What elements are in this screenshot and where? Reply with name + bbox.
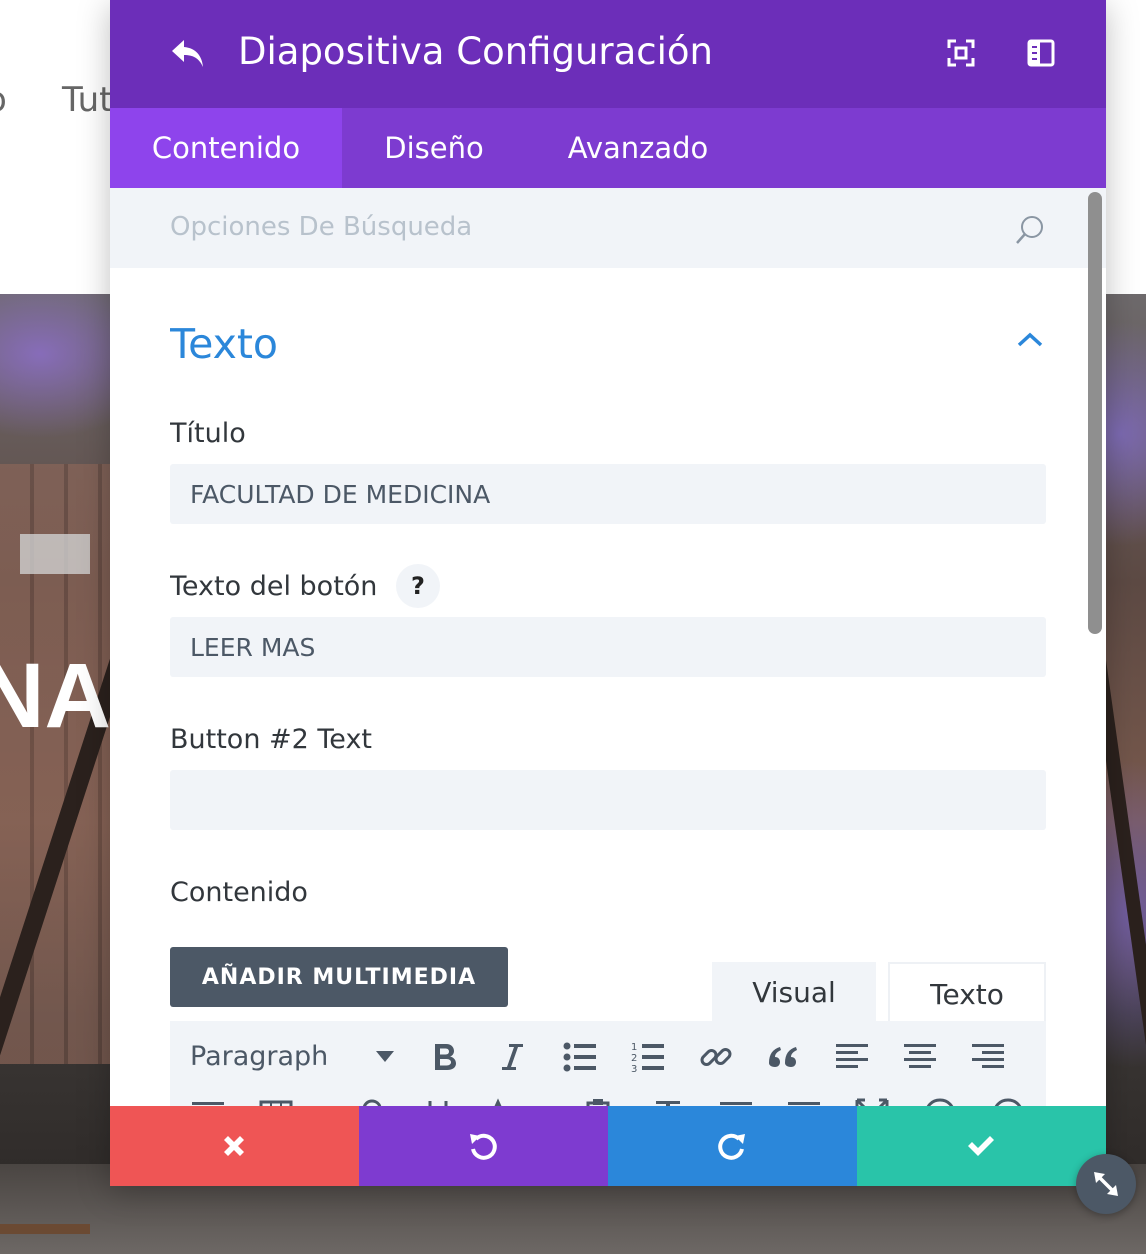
emoji-icon[interactable] (990, 1097, 1026, 1106)
background-hero-text: NA (0, 645, 111, 747)
italic-icon[interactable] (494, 1039, 530, 1075)
button-text-label: Texto del botón (170, 571, 378, 602)
resize-arrows-icon (1094, 1172, 1118, 1196)
settings-content: Texto Título Texto del botón ? Button #2… (170, 268, 1046, 1106)
bullet-list-icon[interactable] (562, 1039, 598, 1075)
redo-button[interactable] (608, 1106, 857, 1186)
indent-icon[interactable] (786, 1097, 822, 1106)
fullscreen-icon[interactable] (854, 1097, 890, 1106)
search-options-bar[interactable]: Opciones De Búsqueda (110, 188, 1106, 268)
justify-icon[interactable] (190, 1097, 226, 1106)
button-text-field[interactable] (170, 617, 1046, 677)
chevron-up-icon[interactable] (1014, 328, 1046, 352)
paste-text-icon[interactable] (580, 1097, 616, 1106)
clear-formatting-icon[interactable] (650, 1097, 686, 1106)
settings-tabs: Contenido Diseño Avanzado (110, 108, 1106, 188)
search-input[interactable]: Opciones De Búsqueda (170, 212, 472, 242)
search-icon[interactable] (1014, 214, 1046, 246)
table-icon[interactable] (258, 1097, 294, 1106)
chevron-down-icon[interactable] (376, 1051, 394, 1063)
save-button[interactable] (857, 1106, 1106, 1186)
help-icon[interactable]: ? (396, 564, 440, 608)
button2-text-field[interactable] (170, 770, 1046, 830)
align-left-icon[interactable] (834, 1039, 870, 1075)
help-circle-icon[interactable] (922, 1097, 958, 1106)
focus-mode-icon[interactable] (946, 38, 976, 68)
undo-arrow-icon[interactable] (168, 34, 208, 74)
modal-header: Diapositiva Configuración (110, 0, 1106, 108)
tab-diseno[interactable]: Diseño (342, 108, 526, 188)
panel-scrollbar[interactable] (1088, 192, 1102, 634)
content-field-label: Contenido (170, 877, 308, 908)
svg-text:2: 2 (631, 1053, 637, 1064)
strikethrough-icon[interactable] (354, 1097, 390, 1106)
svg-text:3: 3 (631, 1064, 637, 1075)
numbered-list-icon[interactable]: 1 2 3 (630, 1039, 666, 1075)
align-right-icon[interactable] (970, 1039, 1006, 1075)
format-select[interactable]: Paragraph (190, 1041, 328, 1072)
editor-tab-text[interactable]: Texto (888, 962, 1046, 1024)
title-field[interactable] (170, 464, 1046, 524)
background-window (20, 534, 90, 574)
link-icon[interactable] (698, 1039, 734, 1075)
sidebar-layout-icon[interactable] (1026, 38, 1056, 68)
modal-title: Diapositiva Configuración (238, 30, 714, 73)
title-field-label: Título (170, 418, 246, 449)
undo-button[interactable] (359, 1106, 608, 1186)
text-color-icon[interactable] (480, 1097, 516, 1106)
background-nav-item: o (0, 80, 7, 120)
undo-icon (470, 1133, 497, 1160)
align-center-icon[interactable] (902, 1039, 938, 1075)
svg-text:1: 1 (631, 1042, 637, 1053)
checkmark-icon (968, 1136, 994, 1156)
section-title[interactable]: Texto (170, 320, 278, 368)
modal-footer (110, 1106, 1106, 1186)
resize-handle[interactable] (1076, 1154, 1136, 1214)
tab-avanzado[interactable]: Avanzado (526, 108, 750, 188)
add-media-button[interactable]: AÑADIR MULTIMEDIA (170, 947, 508, 1007)
close-icon (224, 1136, 244, 1156)
button2-text-label: Button #2 Text (170, 724, 373, 755)
background-nav-item: Tut (62, 80, 113, 120)
underline-icon[interactable] (420, 1097, 456, 1106)
editor-tab-visual[interactable]: Visual (712, 962, 876, 1024)
slide-settings-modal: Diapositiva Configuración Contenido Dise… (110, 0, 1106, 1186)
bold-icon[interactable] (426, 1039, 462, 1075)
editor-toolbar: Paragraph 1 2 3 (170, 1021, 1046, 1106)
outdent-icon[interactable] (718, 1097, 754, 1106)
background-bench (0, 1224, 90, 1234)
redo-icon (718, 1133, 745, 1160)
tab-contenido[interactable]: Contenido (110, 108, 342, 188)
blockquote-icon[interactable] (766, 1039, 802, 1075)
discard-button[interactable] (110, 1106, 359, 1186)
